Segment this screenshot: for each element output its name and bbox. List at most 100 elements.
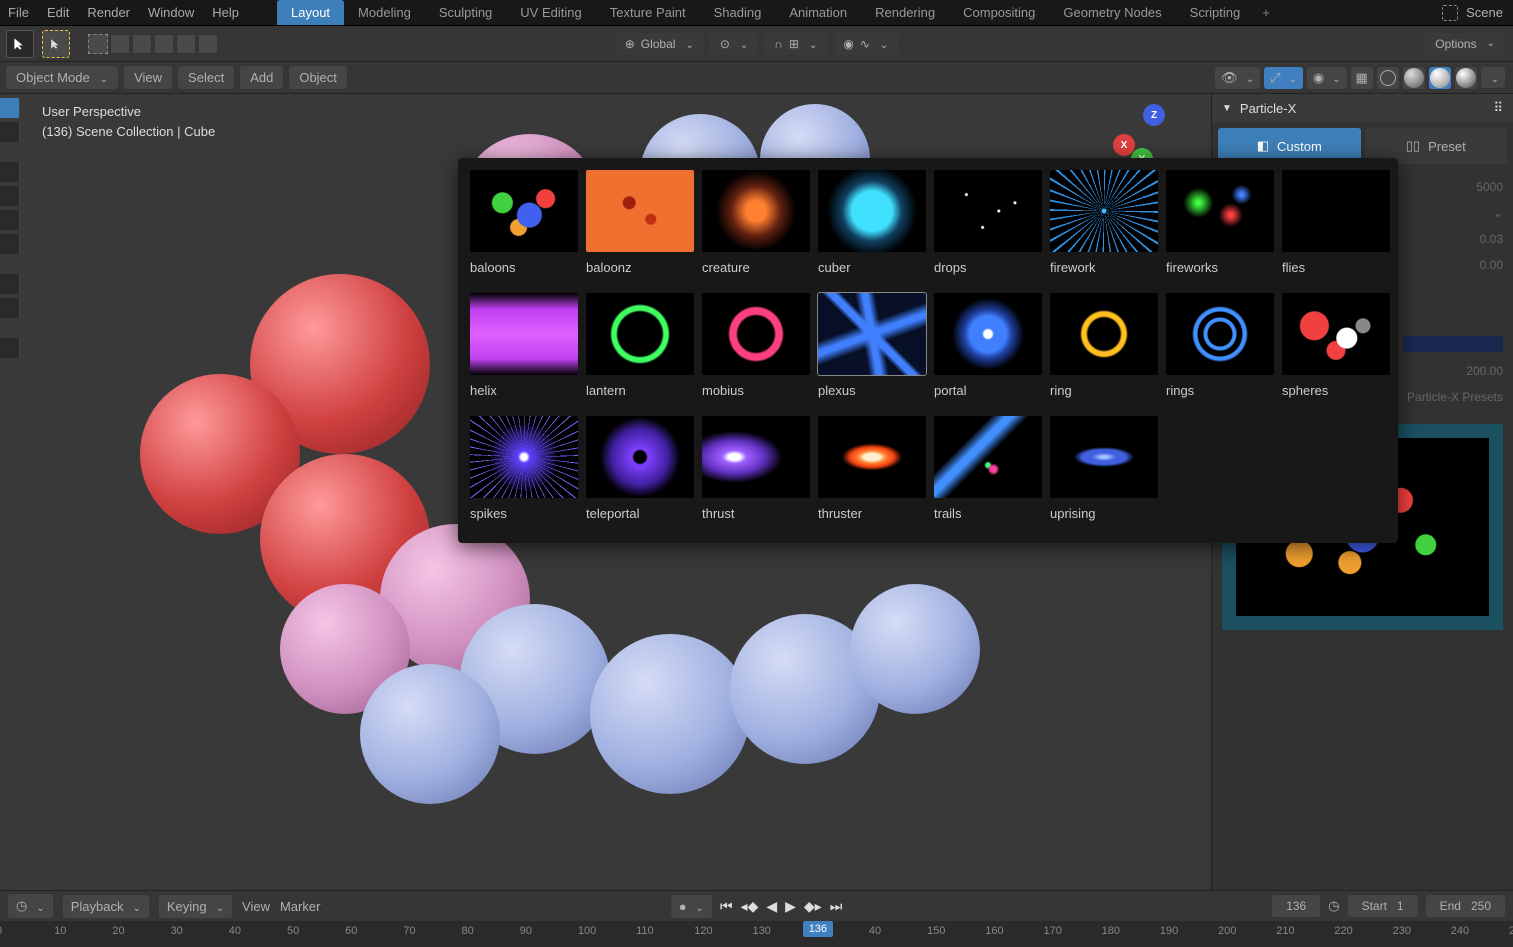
- sel-mode-1[interactable]: [88, 34, 108, 54]
- play-button[interactable]: ▶: [785, 898, 796, 915]
- timeline-view-menu[interactable]: View: [242, 899, 270, 914]
- tab-compositing[interactable]: Compositing: [949, 0, 1049, 25]
- grip-icon[interactable]: ⠿: [1493, 100, 1503, 116]
- xray-toggle[interactable]: ▦: [1351, 67, 1373, 89]
- header-options: Options: [1425, 33, 1505, 55]
- tab-scripting[interactable]: Scripting: [1176, 0, 1255, 25]
- object-menu[interactable]: Object: [289, 66, 347, 89]
- tab-modeling[interactable]: Modeling: [344, 0, 425, 25]
- autokey-toggle[interactable]: ●: [671, 895, 712, 918]
- preset-item-baloons[interactable]: baloons: [470, 170, 578, 285]
- menu-help[interactable]: Help: [212, 5, 239, 20]
- mode-dropdown[interactable]: Object Mode: [6, 66, 118, 89]
- tab-uv-editing[interactable]: UV Editing: [506, 0, 595, 25]
- sel-mode-2[interactable]: [110, 34, 130, 54]
- menu-file[interactable]: File: [8, 5, 29, 20]
- preset-item-plexus[interactable]: plexus: [818, 293, 926, 408]
- 3d-viewport[interactable]: User Perspective (136) Scene Collection …: [0, 94, 1513, 890]
- playback-menu[interactable]: Playback: [63, 895, 149, 918]
- tab-texture-paint[interactable]: Texture Paint: [596, 0, 700, 25]
- color-swatch[interactable]: [1403, 336, 1503, 352]
- add-workspace-button[interactable]: +: [1254, 0, 1278, 25]
- preset-item-thruster[interactable]: thruster: [818, 416, 926, 531]
- preset-item-trails[interactable]: trails: [934, 416, 1042, 531]
- sel-mode-5[interactable]: [176, 34, 196, 54]
- clock-icon[interactable]: ◷: [1328, 898, 1339, 914]
- preset-item-drops[interactable]: drops: [934, 170, 1042, 285]
- prop-sizernd-value[interactable]: 0.00: [1480, 258, 1503, 272]
- preset-item-rings[interactable]: rings: [1166, 293, 1274, 408]
- shading-wireframe[interactable]: [1377, 67, 1399, 89]
- select-menu[interactable]: Select: [178, 66, 234, 89]
- preset-label: trails: [934, 506, 1042, 531]
- sel-mode-3[interactable]: [132, 34, 152, 54]
- preset-item-ring[interactable]: ring: [1050, 293, 1158, 408]
- preset-item-spikes[interactable]: spikes: [470, 416, 578, 531]
- tab-geometry-nodes[interactable]: Geometry Nodes: [1049, 0, 1175, 25]
- cursor-tool-icon[interactable]: [6, 30, 34, 58]
- tab-layout[interactable]: Layout: [277, 0, 344, 25]
- gizmo-dropdown[interactable]: ⤢: [1264, 67, 1303, 89]
- keyframe-next-button[interactable]: ◆▸: [804, 898, 822, 915]
- preset-item-mobius[interactable]: mobius: [702, 293, 810, 408]
- shading-solid[interactable]: [1403, 67, 1425, 89]
- preset-item-uprising[interactable]: uprising: [1050, 416, 1158, 531]
- keyframe-prev-button[interactable]: ◂◆: [741, 898, 759, 915]
- preset-item-firework[interactable]: firework: [1050, 170, 1158, 285]
- preset-item-flies[interactable]: flies: [1282, 170, 1390, 285]
- orientation-dropdown[interactable]: ⊕ Global: [615, 33, 704, 55]
- end-frame-field[interactable]: End250: [1426, 895, 1505, 917]
- scene-selector[interactable]: Scene: [1442, 5, 1503, 21]
- presets-header[interactable]: Particle-X Presets: [1407, 390, 1503, 404]
- preset-item-portal[interactable]: portal: [934, 293, 1042, 408]
- sel-mode-4[interactable]: [154, 34, 174, 54]
- timeline-ruler[interactable]: 0102030405060708090100110120130136401501…: [0, 921, 1513, 947]
- preset-item-lantern[interactable]: lantern: [586, 293, 694, 408]
- view-menu[interactable]: View: [124, 66, 172, 89]
- axis-z[interactable]: Z: [1143, 104, 1165, 126]
- current-frame-field[interactable]: 136: [1272, 895, 1320, 917]
- preset-item-thrust[interactable]: thrust: [702, 416, 810, 531]
- chevron-down-icon: [1242, 70, 1254, 85]
- start-frame-field[interactable]: Start1: [1348, 895, 1418, 917]
- preset-item-creature[interactable]: creature: [702, 170, 810, 285]
- tab-sculpting[interactable]: Sculpting: [425, 0, 506, 25]
- menu-window[interactable]: Window: [148, 5, 194, 20]
- overlay-dropdown[interactable]: ◉: [1307, 67, 1347, 89]
- panel-header-particlex[interactable]: ▼ Particle-X ⠿: [1212, 94, 1513, 122]
- proportional-dropdown[interactable]: ◉∿: [833, 33, 898, 55]
- menu-edit[interactable]: Edit: [47, 5, 69, 20]
- jump-start-button[interactable]: ⏮: [720, 898, 733, 915]
- preset-thumbnail: [586, 293, 694, 375]
- timeline-marker-menu[interactable]: Marker: [280, 899, 320, 914]
- sel-mode-6[interactable]: [198, 34, 218, 54]
- shading-rendered[interactable]: [1455, 67, 1477, 89]
- prop-count-value[interactable]: 5000: [1476, 180, 1503, 194]
- keying-menu[interactable]: Keying: [159, 895, 232, 918]
- menu-render[interactable]: Render: [87, 5, 130, 20]
- jump-end-button[interactable]: ⏭: [830, 898, 843, 915]
- preset-item-helix[interactable]: helix: [470, 293, 578, 408]
- prop-emission-value[interactable]: 200.00: [1466, 364, 1503, 378]
- play-reverse-button[interactable]: ◀: [766, 898, 777, 915]
- preset-item-spheres[interactable]: spheres: [1282, 293, 1390, 408]
- pivot-dropdown[interactable]: ⊙: [710, 33, 758, 55]
- preset-item-teleportal[interactable]: teleportal: [586, 416, 694, 531]
- select-tool-button[interactable]: [42, 30, 70, 58]
- preset-item-fireworks[interactable]: fireworks: [1166, 170, 1274, 285]
- visibility-dropdown[interactable]: 👁: [1215, 67, 1260, 89]
- tab-animation[interactable]: Animation: [775, 0, 861, 25]
- snap-dropdown[interactable]: ∩⊞: [764, 33, 827, 55]
- prop-chevron[interactable]: ⌄: [1493, 206, 1503, 220]
- tab-rendering[interactable]: Rendering: [861, 0, 949, 25]
- options-dropdown[interactable]: Options: [1425, 33, 1505, 55]
- timeline-editor-icon[interactable]: ◷: [8, 894, 53, 918]
- shading-material[interactable]: [1429, 67, 1451, 89]
- tab-shading[interactable]: Shading: [700, 0, 776, 25]
- add-menu[interactable]: Add: [240, 66, 283, 89]
- preset-item-cuber[interactable]: cuber: [818, 170, 926, 285]
- preset-icon: ▯▯: [1406, 138, 1420, 154]
- preset-item-baloonz[interactable]: baloonz: [586, 170, 694, 285]
- prop-size-value[interactable]: 0.03: [1480, 232, 1503, 246]
- shading-options[interactable]: [1481, 67, 1505, 88]
